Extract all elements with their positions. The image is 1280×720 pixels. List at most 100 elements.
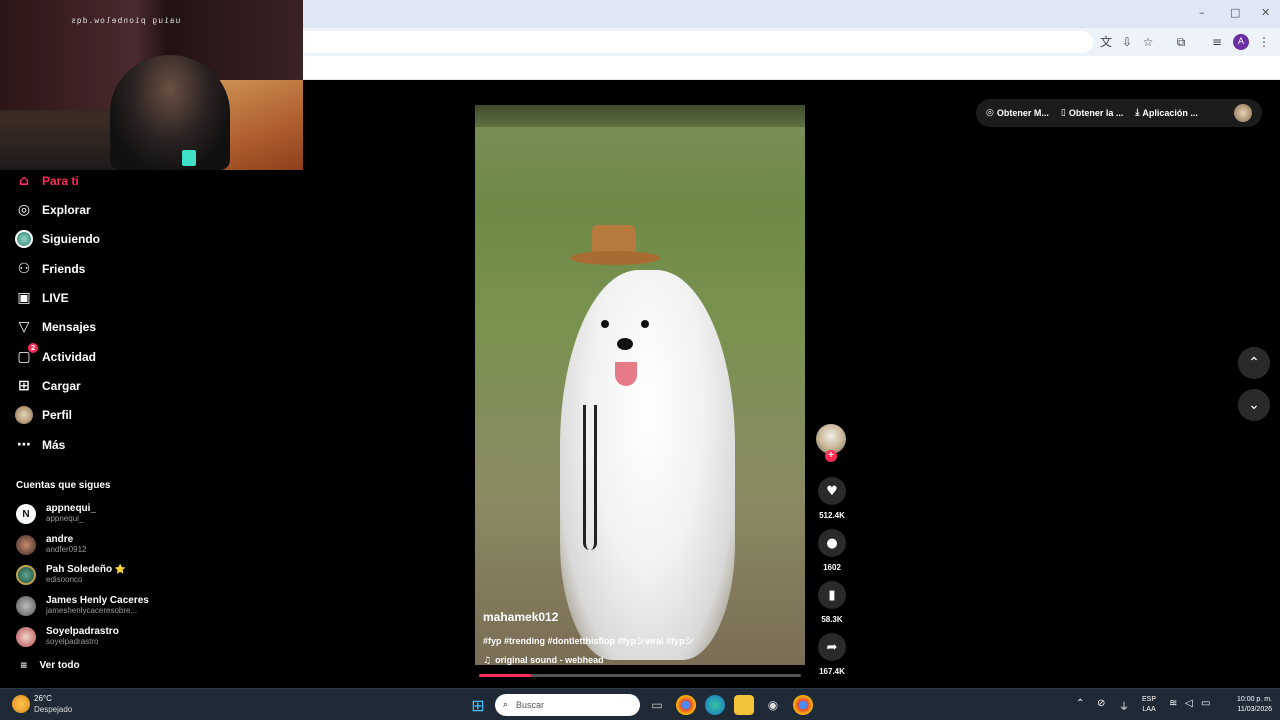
weather-temp: 26°C: [34, 694, 52, 703]
phone-icon: ▯: [1060, 108, 1066, 118]
wifi-icon[interactable]: ≋: [1169, 698, 1177, 709]
following-account[interactable]: N appnequi_ appnequi_: [16, 501, 96, 527]
weather-icon[interactable]: [12, 695, 30, 713]
bookmark-bar: [303, 56, 1280, 80]
account-handle: appnequi_: [46, 514, 84, 523]
video-sound[interactable]: ♫ original sound - webhead: [483, 655, 604, 665]
sidebar-item-live[interactable]: ▣ LIVE: [14, 287, 68, 309]
video-progress-bar[interactable]: [479, 674, 801, 677]
following-icon: [14, 229, 34, 249]
account-name: James Henly Caceres: [46, 595, 149, 606]
video-dog-face: [595, 310, 655, 390]
sidebar-item-siguiendo[interactable]: Siguiendo: [14, 228, 100, 250]
desktop-app-pill[interactable]: ⤓ Aplicación ...: [1135, 108, 1198, 118]
browser-title-bar: – □ ✕: [303, 0, 1280, 28]
previous-video-button[interactable]: ⌃: [1238, 347, 1270, 379]
following-account[interactable]: Soyelpadrastro soyelpadrastro: [16, 624, 119, 650]
get-app-pill[interactable]: ▯ Obtener la ...: [1061, 108, 1123, 118]
video-progress-fill: [479, 674, 531, 677]
sidebar-item-cargar[interactable]: ⊞ Cargar: [14, 375, 81, 397]
profile-icon: [14, 405, 34, 425]
install-icon[interactable]: ⇩: [1119, 34, 1135, 50]
taskbar-search[interactable]: ⌕ Buscar: [495, 694, 640, 716]
sidebar-item-explorar[interactable]: ◎ Explorar: [14, 199, 91, 221]
webcam-overlay: uaiuɡ pionbelow.dqs: [0, 0, 303, 170]
file-explorer-icon[interactable]: [734, 695, 754, 715]
compass-icon: ◎: [17, 202, 31, 218]
music-note-icon: ♫: [483, 656, 492, 665]
avatar: [16, 565, 36, 585]
windows-start-icon[interactable]: ⊞: [468, 695, 488, 715]
camera-off-icon[interactable]: ⊘: [1097, 698, 1105, 709]
see-all-label: Ver todo: [39, 660, 80, 671]
video-username[interactable]: mahamek012: [483, 610, 558, 624]
avatar: [16, 535, 36, 555]
bookmark-icon: ▮: [828, 587, 836, 603]
follow-plus-icon[interactable]: +: [825, 450, 837, 462]
battery-icon[interactable]: ▭: [1201, 698, 1210, 709]
comment-icon: ●: [826, 535, 838, 551]
more-icon: ⋯: [17, 437, 31, 453]
sidebar-item-actividad[interactable]: ▢ 2 Actividad: [14, 343, 97, 368]
minimize-button[interactable]: –: [1199, 6, 1205, 19]
sidebar-item-label: Cargar: [42, 379, 81, 393]
like-count: 512.4K: [819, 511, 845, 520]
like-button[interactable]: ♥: [818, 477, 846, 505]
obs-icon[interactable]: ◉: [763, 695, 783, 715]
maximize-button[interactable]: □: [1230, 6, 1240, 19]
following-account[interactable]: andre andfer0912: [16, 532, 86, 558]
media-icon[interactable]: ≡: [1209, 34, 1225, 50]
activity-badge: 2: [28, 343, 38, 353]
language-indicator[interactable]: ESP LAA: [1142, 695, 1156, 715]
sidebar-item-label: Siguiendo: [42, 232, 100, 246]
tray-chevron-icon[interactable]: ⌃: [1076, 698, 1084, 709]
pill-label: Obtener la ...: [1068, 108, 1124, 118]
sidebar-item-label: Friends: [42, 262, 86, 276]
see-all-link[interactable]: ≡ Ver todo: [20, 660, 80, 671]
chevron-down-icon: ⌄: [1248, 397, 1260, 413]
sidebar-item-label: Para ti: [42, 174, 79, 188]
video-player[interactable]: mahamek012 #fyp #trending #dontletthisfl…: [475, 105, 805, 665]
star-icon[interactable]: ☆: [1140, 34, 1156, 50]
sidebar-item-label: Perfil: [42, 408, 73, 422]
avatar: [16, 596, 36, 616]
clock-time: 10:00 p. m.: [1236, 696, 1272, 703]
video-dog-leash: [583, 405, 597, 550]
microphone-icon[interactable]: ⏚: [1119, 698, 1129, 713]
sidebar-item-mensajes[interactable]: ▽ Mensajes: [14, 316, 96, 338]
sidebar-item-mas[interactable]: ⋯ Más: [14, 434, 65, 456]
chrome-icon[interactable]: [676, 695, 696, 715]
address-bar[interactable]: [303, 31, 1093, 53]
following-account[interactable]: James Henly Caceres jameshenlycaceresobre…: [16, 593, 149, 619]
task-view-icon[interactable]: ▭: [647, 695, 667, 715]
sidebar-item-friends[interactable]: ⚇ Friends: [14, 258, 86, 280]
share-button[interactable]: ➦: [818, 633, 846, 661]
sidebar-item-label: Actividad: [42, 350, 97, 364]
get-coins-pill[interactable]: ◎ Obtener M...: [986, 108, 1049, 118]
volume-icon[interactable]: ◁: [1185, 698, 1193, 709]
sound-label: original sound - webhead: [495, 655, 604, 665]
save-button[interactable]: ▮: [818, 581, 846, 609]
menu-icon[interactable]: ⋮: [1256, 34, 1272, 50]
taskbar-clock[interactable]: 10:00 p. m. 11/03/2026: [1222, 695, 1272, 715]
friends-icon: ⚇: [17, 261, 31, 277]
close-button[interactable]: ✕: [1261, 6, 1270, 19]
messages-icon: ▽: [18, 319, 30, 335]
sidebar-item-para-ti[interactable]: ⌂ Para ti: [14, 170, 79, 192]
sidebar-item-perfil[interactable]: Perfil: [14, 404, 72, 426]
following-section-title: Cuentas que sigues: [16, 480, 111, 491]
top-action-bar: ◎ Obtener M... ▯ Obtener la ... ⤓ Aplicació…: [976, 99, 1262, 127]
extensions-icon[interactable]: ⧉: [1173, 34, 1189, 50]
following-account[interactable]: Pah Soledeño ⭐ edisoonco: [16, 562, 126, 588]
comment-button[interactable]: ●: [818, 529, 846, 557]
account-handle: soyelpadrastro: [46, 637, 99, 646]
lang-layout: LAA: [1142, 706, 1156, 713]
edge-icon[interactable]: [705, 695, 725, 715]
translate-icon[interactable]: 文: [1098, 34, 1114, 50]
chrome-profile-icon[interactable]: [793, 695, 813, 715]
profile-avatar[interactable]: A: [1233, 34, 1249, 50]
activity-icon: ▢ 2: [14, 343, 38, 367]
next-video-button[interactable]: ⌄: [1238, 389, 1270, 421]
user-avatar[interactable]: [1234, 104, 1252, 122]
search-icon: ⌕: [503, 700, 509, 710]
